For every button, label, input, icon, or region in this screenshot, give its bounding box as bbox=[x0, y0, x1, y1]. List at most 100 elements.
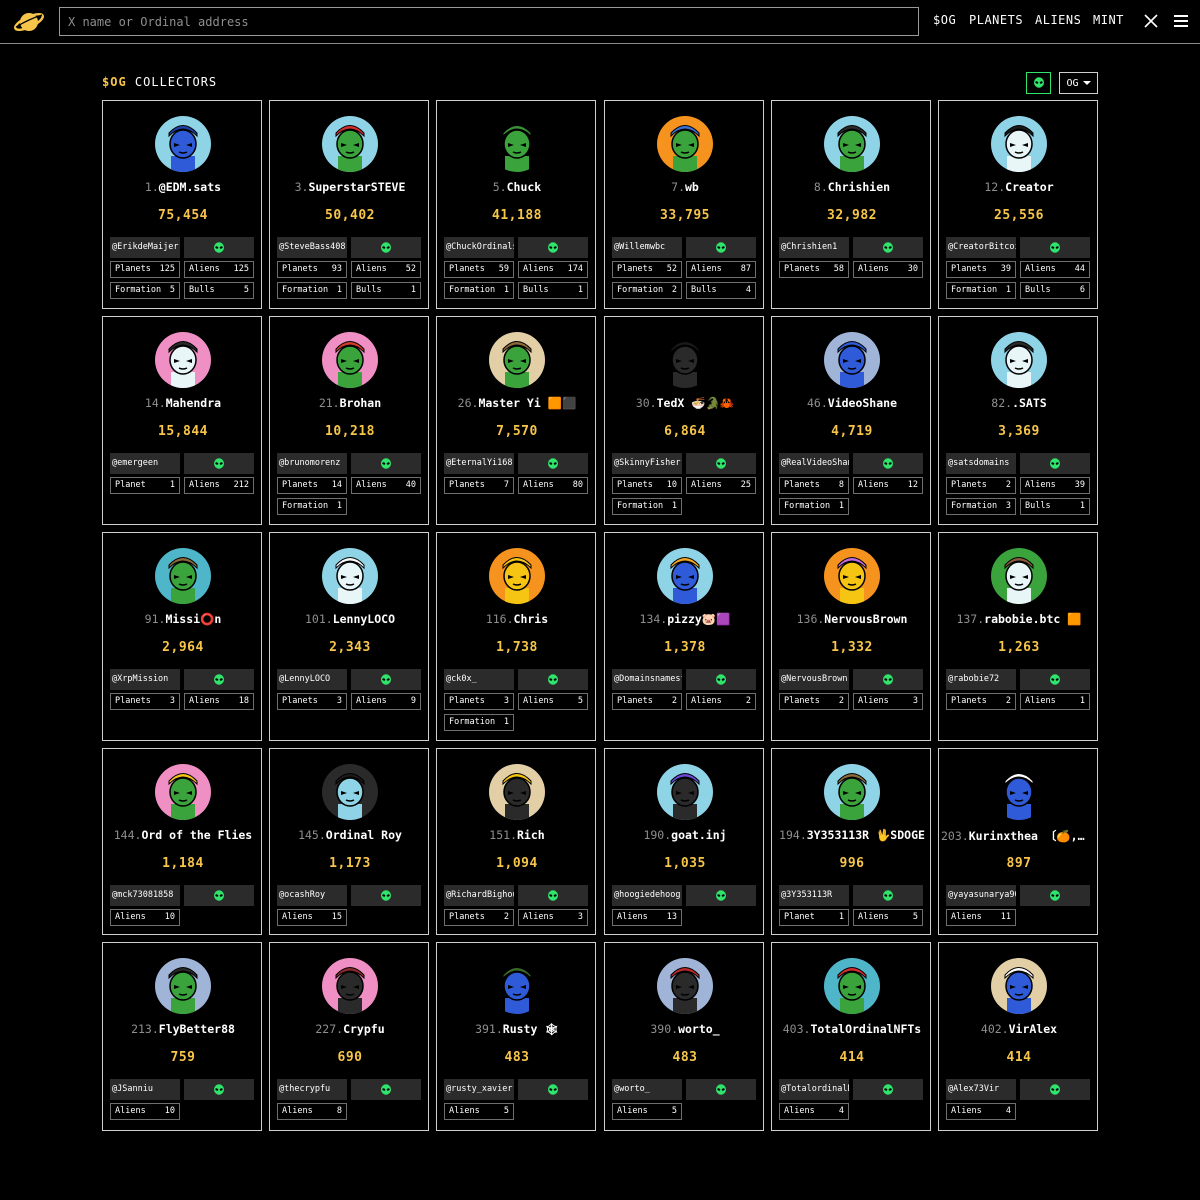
search-input[interactable] bbox=[59, 7, 919, 36]
alien-profile-button[interactable] bbox=[686, 453, 756, 474]
alien-profile-button[interactable] bbox=[518, 1079, 588, 1100]
x-handle-link[interactable]: @emergeen bbox=[110, 453, 180, 474]
x-handle-link[interactable]: @brunomorenz bbox=[277, 453, 347, 474]
x-handle-link[interactable]: @rusty_xavier bbox=[444, 1079, 514, 1100]
collector-card[interactable]: 190.goat.inj 1,035 @hoogiedehoog Aliens 13 bbox=[604, 748, 764, 935]
x-handle-link[interactable]: @Willemwbc bbox=[612, 237, 682, 258]
x-handle-link[interactable]: @thecrypfu bbox=[277, 1079, 347, 1100]
collector-card[interactable]: 136.NervousBrown 1,332 @NervousBrown Planet… bbox=[771, 532, 931, 741]
x-handle-link[interactable]: @ChuckOrdinals bbox=[444, 237, 514, 258]
x-handle-link[interactable]: @worto_ bbox=[612, 1079, 682, 1100]
x-handle-link[interactable]: @LennyLOCO bbox=[277, 669, 347, 690]
collector-card[interactable]: 5.Chuck 41,188 @ChuckOrdinals Planets 59 Alie… bbox=[436, 100, 596, 309]
x-handle-link[interactable]: @TotalordinalNFT bbox=[779, 1079, 849, 1100]
collector-card[interactable]: 46.VideoShane 4,719 @RealVideoShane Planets… bbox=[771, 316, 931, 525]
x-handle-link[interactable]: @mck73081858 bbox=[110, 885, 180, 906]
collector-card[interactable]: 21.Brohan 10,218 @brunomorenz Planets 14 Alie… bbox=[269, 316, 429, 525]
collector-card[interactable]: 82..SATS 3,369 @satsdomains Planets 2 Aliens 3… bbox=[938, 316, 1098, 525]
x-handle-link[interactable]: @ck0x_ bbox=[444, 669, 514, 690]
collector-card[interactable]: 227.Crypfu 690 @thecrypfu Aliens 8 bbox=[269, 942, 429, 1131]
collector-card[interactable]: 145.Ordinal Roy 1,173 @ocashRoy Aliens 15 bbox=[269, 748, 429, 935]
x-handle-link[interactable]: @rabobie72 bbox=[946, 669, 1016, 690]
alien-profile-button[interactable] bbox=[853, 237, 923, 258]
alien-profile-button[interactable] bbox=[351, 669, 421, 690]
x-handle-link[interactable]: @SteveBass408 bbox=[277, 237, 347, 258]
nav-link-mint[interactable]: MINT bbox=[1093, 13, 1124, 27]
alien-profile-button[interactable] bbox=[184, 453, 254, 474]
alien-profile-button[interactable] bbox=[1020, 885, 1090, 906]
collector-card[interactable]: 134.pizzy🐷🟪 1,378 @Domainsnamesfor Planets 2… bbox=[604, 532, 764, 741]
x-handle-link[interactable]: @NervousBrown bbox=[779, 669, 849, 690]
alien-profile-button[interactable] bbox=[1020, 453, 1090, 474]
menu-icon[interactable] bbox=[1174, 15, 1188, 27]
collector-card[interactable]: 8.Chrishien 32,982 @Chrishien1 Planets 58 Ali… bbox=[771, 100, 931, 309]
collector-card[interactable]: 144.Ord of the Flies 1,184 @mck73081858 Ali… bbox=[102, 748, 262, 935]
x-handle-link[interactable]: @EternalYi168 bbox=[444, 453, 514, 474]
nav-link-aliens[interactable]: ALIENS bbox=[1035, 13, 1081, 27]
collector-card[interactable]: 26.Master Yi 🟧⬛ 7,570 @EternalYi168 Planets… bbox=[436, 316, 596, 525]
alien-profile-button[interactable] bbox=[518, 669, 588, 690]
nav-link-planets[interactable]: PLANETS bbox=[969, 13, 1023, 27]
x-handle-link[interactable]: @ErikdeMaijer bbox=[110, 237, 180, 258]
alien-profile-button[interactable] bbox=[853, 1079, 923, 1100]
alien-profile-button[interactable] bbox=[686, 885, 756, 906]
x-handle-link[interactable]: @XrpMission bbox=[110, 669, 180, 690]
x-handle-link[interactable]: @RichardBighouse bbox=[444, 885, 514, 906]
x-handle-link[interactable]: @JSanniu bbox=[110, 1079, 180, 1100]
alien-profile-button[interactable] bbox=[686, 237, 756, 258]
x-handle-link[interactable]: @Chrishien1 bbox=[779, 237, 849, 258]
collector-card[interactable]: 403.TotalOrdinalNFTs 414 @TotalordinalNFT A… bbox=[771, 942, 931, 1131]
collector-card[interactable]: 12.Creator 25,556 @CreatorBitcoin Planets 39… bbox=[938, 100, 1098, 309]
collector-card[interactable]: 151.Rich 1,094 @RichardBighouse Planets 2 Ali… bbox=[436, 748, 596, 935]
alien-profile-button[interactable] bbox=[1020, 1079, 1090, 1100]
alien-profile-button[interactable] bbox=[1020, 237, 1090, 258]
x-handle-link[interactable]: @yayasunarya90 bbox=[946, 885, 1016, 906]
collector-card[interactable]: 213.FlyBetter88 759 @JSanniu Aliens 10 bbox=[102, 942, 262, 1131]
planet-logo-icon[interactable] bbox=[13, 7, 45, 37]
alien-profile-button[interactable] bbox=[853, 453, 923, 474]
alien-profile-button[interactable] bbox=[1020, 669, 1090, 690]
collector-card[interactable]: 194.3Y353113R 🖖SDOGE 996 @3Y353113R Planet 1… bbox=[771, 748, 931, 935]
collector-card[interactable]: 390.worto_ 483 @worto_ Aliens 5 bbox=[604, 942, 764, 1131]
alien-profile-button[interactable] bbox=[351, 453, 421, 474]
alien-profile-button[interactable] bbox=[518, 453, 588, 474]
collector-card[interactable]: 116.Chris 1,738 @ck0x_ Planets 3 Aliens 5 Forma… bbox=[436, 532, 596, 741]
collector-card[interactable]: 91.Missi⭕n 2,964 @XrpMission Planets 3 Aliens… bbox=[102, 532, 262, 741]
x-icon[interactable] bbox=[1144, 14, 1158, 28]
collector-card[interactable]: 30.TedX 🍜🐊🦀 6,864 @SkinnyFisher Planets 10 Al… bbox=[604, 316, 764, 525]
alien-profile-button[interactable] bbox=[686, 1079, 756, 1100]
alien-profile-button[interactable] bbox=[853, 669, 923, 690]
collection-filter-select[interactable]: OG bbox=[1059, 72, 1098, 94]
x-handle-link[interactable]: @SkinnyFisher bbox=[612, 453, 682, 474]
alien-profile-button[interactable] bbox=[351, 237, 421, 258]
x-handle-link[interactable]: @satsdomains bbox=[946, 453, 1016, 474]
alien-profile-button[interactable] bbox=[686, 669, 756, 690]
collector-card[interactable]: 137.rabobie.btc 🟧 1,263 @rabobie72 Planets 2… bbox=[938, 532, 1098, 741]
x-handle-link[interactable]: @CreatorBitcoin bbox=[946, 237, 1016, 258]
x-handle-link[interactable]: @Domainsnamesfor bbox=[612, 669, 682, 690]
collector-card[interactable]: 203.Kurinxthea 〔🍊,🌴〕 897 @yayasunarya90 Ali… bbox=[938, 748, 1098, 935]
alien-profile-button[interactable] bbox=[184, 237, 254, 258]
alien-profile-button[interactable] bbox=[184, 669, 254, 690]
nav-link-og[interactable]: $OG bbox=[933, 13, 956, 27]
x-handle-link[interactable]: @RealVideoShane bbox=[779, 453, 849, 474]
alien-filter-button[interactable] bbox=[1026, 72, 1051, 94]
alien-profile-button[interactable] bbox=[351, 1079, 421, 1100]
x-handle-link[interactable]: @Alex73Vir bbox=[946, 1079, 1016, 1100]
collector-card[interactable]: 3.SuperstarSTEVE 50,402 @SteveBass408 Plane… bbox=[269, 100, 429, 309]
collector-card[interactable]: 101.LennyLOCO 2,343 @LennyLOCO Planets 3 Alie… bbox=[269, 532, 429, 741]
alien-profile-button[interactable] bbox=[351, 885, 421, 906]
alien-profile-button[interactable] bbox=[853, 885, 923, 906]
alien-profile-button[interactable] bbox=[518, 237, 588, 258]
alien-profile-button[interactable] bbox=[184, 1079, 254, 1100]
collector-card[interactable]: 7.wb 33,795 @Willemwbc Planets 52 Aliens 87 For… bbox=[604, 100, 764, 309]
x-handle-link[interactable]: @ocashRoy bbox=[277, 885, 347, 906]
collector-card[interactable]: 402.VirAlex 414 @Alex73Vir Aliens 4 bbox=[938, 942, 1098, 1131]
alien-profile-button[interactable] bbox=[518, 885, 588, 906]
collector-card[interactable]: 14.Mahendra 15,844 @emergeen Planet 1 Aliens 2… bbox=[102, 316, 262, 525]
x-handle-link[interactable]: @3Y353113R bbox=[779, 885, 849, 906]
collector-card[interactable]: 391.Rusty 🕸 483 @rusty_xavier Aliens 5 bbox=[436, 942, 596, 1131]
alien-profile-button[interactable] bbox=[184, 885, 254, 906]
collector-card[interactable]: 1.@EDM.sats 75,454 @ErikdeMaijer Planets 125… bbox=[102, 100, 262, 309]
x-handle-link[interactable]: @hoogiedehoog bbox=[612, 885, 682, 906]
